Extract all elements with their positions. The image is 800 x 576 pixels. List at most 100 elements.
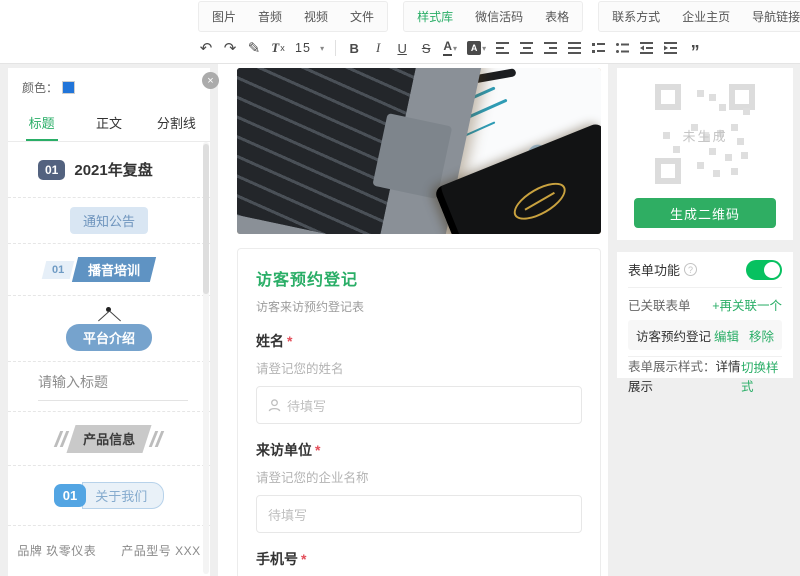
color-picker-row: 颜色： (8, 68, 210, 104)
template-about-heading[interactable]: 01 关于我们 (8, 466, 210, 526)
bold-button[interactable]: B (344, 37, 364, 59)
notebook-logo (508, 175, 571, 227)
font-color-button[interactable]: A▾ (440, 37, 460, 59)
edit-form-button[interactable]: 编辑 (714, 326, 739, 345)
phone-field-label: 手机号* (256, 549, 582, 569)
strikethrough-button[interactable]: S (416, 37, 436, 59)
hanger-ropes (92, 312, 126, 324)
style-library-panel: × 颜色： 标题 正文 分割线 01 2021年复盘 通知公告 01 播音培训 … (8, 68, 210, 576)
sidebar-scrollbar-thumb[interactable] (203, 144, 209, 294)
undo-icon[interactable]: ↶ (196, 37, 216, 59)
required-mark: * (301, 551, 306, 567)
tab-nav-link[interactable]: 导航链接 (741, 2, 800, 31)
template-product-heading[interactable]: 产品信息 (8, 412, 210, 466)
qr-code-card: 未生成 生成二维码 (617, 68, 793, 240)
number-badge: 01 (38, 160, 65, 180)
blockquote-icon[interactable]: ” (685, 37, 705, 59)
chevron-down-icon: ▾ (482, 44, 486, 53)
qr-code-placeholder: 未生成 (653, 82, 757, 186)
style-category-tabs: 标题 正文 分割线 (8, 106, 210, 142)
widget-tab-group: 样式库 微信活码 表格 (403, 1, 583, 32)
italic-button[interactable]: I (368, 37, 388, 59)
qr-status-text: 未生成 (653, 126, 757, 145)
form-title: 访客预约登记 (256, 266, 582, 290)
form-style-row: 表单展示样式：详情展示 切换样式 (628, 356, 782, 394)
template-notice-heading[interactable]: 通知公告 (8, 198, 210, 244)
name-placeholder: 待填写 (287, 396, 326, 415)
link-tab-group: 联系方式 企业主页 导航链接 (598, 1, 800, 32)
number-badge: 01 (42, 261, 75, 279)
template-platform-heading[interactable]: 平台介绍 (8, 296, 210, 362)
company-field-label: 来访单位* (256, 440, 582, 460)
tab-company-page[interactable]: 企业主页 (671, 2, 741, 31)
content-image[interactable]: LOREM IPSUM DOLOR (237, 68, 601, 234)
redo-icon[interactable]: ↷ (220, 37, 240, 59)
tab-file[interactable]: 文件 (339, 2, 385, 31)
chevron-down-icon: ▾ (320, 44, 324, 53)
format-toolbar: ↶ ↷ ✎ Tx 15 ▾ B I U S A▾ A▾ ” (0, 33, 800, 64)
company-placeholder: 待填写 (268, 505, 307, 524)
insert-tabbar: 图片 音频 视频 文件 样式库 微信活码 表格 联系方式 企业主页 导航链接 (0, 0, 800, 33)
tab-audio[interactable]: 音频 (247, 2, 293, 31)
font-size-select[interactable]: 15 ▾ (292, 37, 327, 59)
underline-button[interactable]: U (392, 37, 412, 59)
template-training-heading[interactable]: 01 播音培训 (8, 244, 210, 296)
editor-canvas[interactable]: LOREM IPSUM DOLOR 访客预约登记 访客来访预约登记表 姓名* 请… (218, 64, 608, 576)
template-plain-heading[interactable]: 请输入标题 (8, 362, 210, 412)
tab-heading-styles[interactable]: 标题 (8, 106, 75, 141)
name-field-label: 姓名* (256, 331, 582, 351)
color-swatch[interactable] (62, 81, 75, 94)
linked-form-row: 访客预约登记 编辑 移除 (628, 320, 782, 350)
form-function-card: 表单功能 ? 已关联表单 +再关联一个 访客预约登记 编辑 移除 表单展示样式：… (617, 252, 793, 378)
outdent-icon[interactable] (637, 37, 657, 59)
switch-style-button[interactable]: 切换样式 (741, 357, 782, 395)
chevron-down-icon: ▾ (453, 44, 457, 53)
align-left-icon[interactable] (493, 37, 513, 59)
visitor-form-widget[interactable]: 访客预约登记 访客来访预约登记表 姓名* 请登记您的姓名 待填写 来访单位* 请… (237, 248, 601, 576)
help-icon[interactable]: ? (684, 263, 697, 276)
required-mark: * (287, 333, 292, 349)
media-tab-group: 图片 音频 视频 文件 (198, 1, 388, 32)
close-icon[interactable]: × (202, 72, 219, 89)
align-center-icon[interactable] (517, 37, 537, 59)
align-justify-icon[interactable] (565, 37, 585, 59)
slash-decor (57, 431, 66, 447)
bullet-list-icon[interactable] (613, 37, 633, 59)
remove-form-button[interactable]: 移除 (749, 326, 774, 345)
number-badge: 01 (54, 484, 86, 507)
person-icon (268, 399, 281, 412)
company-field-desc: 请登记您的企业名称 (256, 467, 582, 486)
indent-icon[interactable] (661, 37, 681, 59)
color-label: 颜色： (22, 79, 58, 96)
tab-video[interactable]: 视频 (293, 2, 339, 31)
tab-divider-styles[interactable]: 分割线 (143, 106, 210, 141)
form-style-label: 表单展示样式： (628, 360, 716, 374)
template-list: 01 2021年复盘 通知公告 01 播音培训 平台介绍 请输入标题 产品信息 … (8, 142, 210, 574)
linked-form-header-row: 已关联表单 +再关联一个 (628, 288, 782, 320)
toolbar-divider (335, 40, 336, 56)
form-subtitle: 访客来访预约登记表 (256, 298, 582, 315)
name-input[interactable]: 待填写 (256, 386, 582, 424)
add-link-button[interactable]: +再关联一个 (712, 295, 782, 314)
tab-image[interactable]: 图片 (201, 2, 247, 31)
linked-form-label: 已关联表单 (628, 295, 691, 314)
linked-form-name: 访客预约登记 (636, 326, 711, 345)
company-input[interactable]: 待填写 (256, 495, 582, 533)
bg-color-button[interactable]: A▾ (464, 37, 489, 59)
tab-contact[interactable]: 联系方式 (601, 2, 671, 31)
name-field-desc: 请登记您的姓名 (256, 358, 582, 377)
tab-style-library[interactable]: 样式库 (406, 2, 464, 31)
format-painter-icon[interactable]: ✎ (244, 37, 264, 59)
tab-wechat-qrcode[interactable]: 微信活码 (464, 2, 534, 31)
tab-body-styles[interactable]: 正文 (75, 106, 142, 141)
form-feature-toggle[interactable] (746, 260, 782, 280)
tab-table[interactable]: 表格 (534, 2, 580, 31)
clear-format-icon[interactable]: Tx (268, 37, 288, 59)
form-feature-row: 表单功能 ? (628, 252, 782, 288)
template-review-heading[interactable]: 01 2021年复盘 (8, 142, 210, 198)
required-mark: * (315, 442, 320, 458)
generate-qrcode-button[interactable]: 生成二维码 (634, 198, 776, 228)
align-right-icon[interactable] (541, 37, 561, 59)
ordered-list-icon[interactable] (589, 37, 609, 59)
template-brand-heading[interactable]: 品牌 玖零仪表 产品型号 XXX (8, 526, 210, 574)
